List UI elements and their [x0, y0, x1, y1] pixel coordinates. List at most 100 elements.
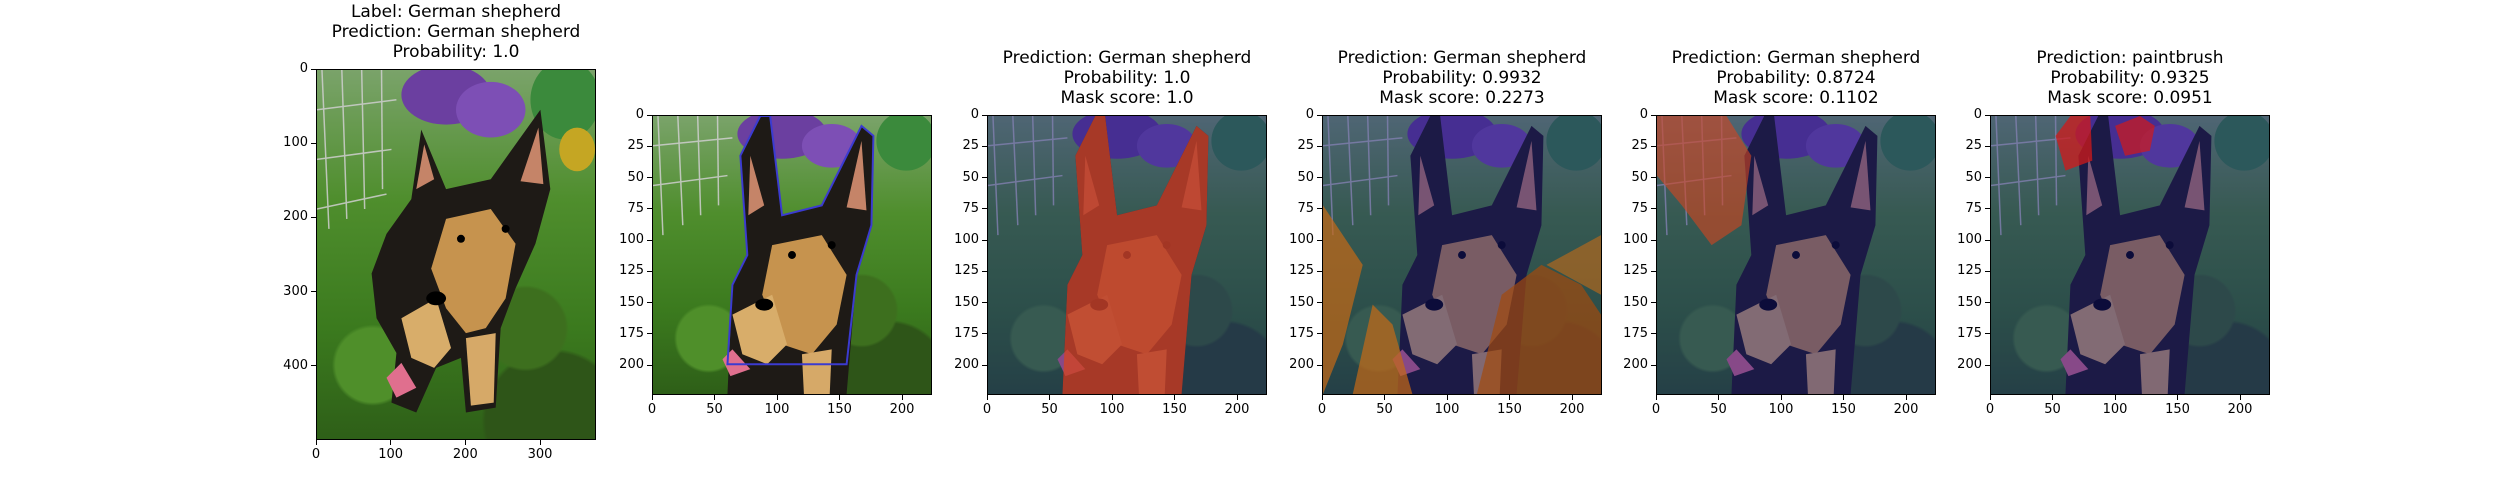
y-tick-label: 150: [954, 294, 979, 310]
x-tick-label: 100: [1768, 402, 1794, 417]
y-tick-label: 300: [283, 283, 308, 299]
y-tick-mark: [982, 239, 987, 241]
x-tick-mark: [839, 395, 840, 400]
y-tick-mark: [647, 208, 652, 210]
y-tick-mark: [982, 270, 987, 272]
y-tick-mark: [1985, 333, 1990, 335]
dog-photo-illustration: [1323, 116, 1601, 394]
y-tick-mark: [647, 145, 652, 147]
x-tick-mark: [464, 440, 466, 445]
title-line-prediction: Prediction: German shepherd: [1671, 48, 1921, 68]
dog-photo-illustration: [653, 116, 931, 394]
y-tick-label: 75: [1297, 200, 1314, 216]
x-tick-label: 0: [647, 402, 657, 417]
y-tick-label: 50: [1631, 169, 1648, 185]
y-tick-mark: [311, 68, 316, 70]
y-tick-label: 25: [1965, 138, 1982, 154]
title-line-probability: Probability: 1.0: [392, 42, 520, 62]
x-tick-mark: [1780, 395, 1782, 400]
y-tick-label: 175: [1289, 325, 1314, 341]
x-tick-mark: [1905, 395, 1907, 400]
y-tick-label: 100: [1289, 232, 1314, 247]
y-tick-mark: [311, 365, 316, 367]
x-tick-label: 50: [2044, 402, 2061, 417]
y-tick-mark: [982, 364, 987, 366]
y-tick-label: 400: [283, 357, 308, 373]
y-tick-label: 50: [627, 169, 644, 185]
x-tick-mark: [1571, 395, 1573, 400]
title-line-mask-score: Mask score: 0.2273: [1379, 88, 1545, 108]
x-tick-mark: [1049, 395, 1050, 400]
x-tick-mark: [901, 395, 903, 400]
x-tick-label: 150: [1497, 402, 1522, 417]
y-tick-mark: [647, 364, 652, 366]
y-tick-mark: [982, 114, 987, 116]
image-frame: [316, 69, 596, 440]
y-tick-label: 200: [1957, 357, 1982, 372]
x-tick-mark: [539, 440, 541, 445]
y-tick-label: 125: [1957, 263, 1982, 279]
y-tick-mark: [1651, 364, 1656, 366]
y-tick-label: 150: [1623, 294, 1648, 310]
x-tick-label: 150: [2165, 402, 2190, 417]
y-tick-label: 0: [1305, 107, 1314, 122]
title-line-prediction: Prediction: German shepherd: [1337, 48, 1587, 68]
y-tick-label: 200: [1623, 357, 1648, 372]
y-tick-label: 175: [619, 325, 644, 341]
y-tick-mark: [1985, 208, 1990, 210]
y-tick-mark: [1317, 145, 1322, 147]
y-tick-mark: [1651, 145, 1656, 147]
y-tick-mark: [1651, 239, 1656, 241]
y-tick-mark: [1651, 208, 1656, 210]
x-tick-label: 200: [889, 402, 915, 417]
y-tick-mark: [982, 208, 987, 210]
x-tick-label: 100: [1434, 402, 1460, 417]
x-tick-mark: [2052, 395, 2053, 400]
y-tick-label: 100: [283, 135, 308, 151]
x-tick-label: 50: [1041, 402, 1058, 417]
title-line-prediction: Prediction: German shepherd: [331, 22, 581, 42]
y-tick-mark: [1651, 114, 1656, 116]
y-tick-mark: [1651, 302, 1656, 303]
y-tick-label: 200: [1289, 357, 1314, 372]
x-tick-label: 0: [982, 402, 992, 417]
x-tick-mark: [2239, 395, 2241, 400]
y-tick-label: 175: [1957, 325, 1982, 341]
y-tick-mark: [1651, 333, 1656, 335]
y-tick-label: 200: [954, 357, 979, 372]
y-tick-label: 125: [1289, 263, 1314, 279]
x-tick-mark: [1446, 395, 1448, 400]
x-tick-mark: [1384, 395, 1385, 400]
y-tick-mark: [1317, 364, 1322, 366]
y-tick-label: 50: [962, 169, 979, 185]
dog-photo-illustration: [1991, 116, 2269, 394]
y-tick-mark: [311, 291, 316, 293]
panel-title: Prediction: German shepherd Probability: …: [1656, 48, 1936, 108]
y-tick-mark: [311, 216, 316, 218]
y-tick-mark: [1651, 177, 1656, 178]
y-tick-label: 100: [619, 232, 644, 247]
y-tick-label: 150: [619, 294, 644, 310]
title-line-prediction: Prediction: paintbrush: [2036, 48, 2224, 68]
y-tick-label: 50: [1965, 169, 1982, 185]
x-tick-label: 0: [1985, 402, 1995, 417]
y-tick-label: 100: [1957, 232, 1982, 247]
panel-title: Label: German shepherd Prediction: Germa…: [316, 2, 596, 62]
x-tick-mark: [1655, 395, 1657, 400]
y-tick-mark: [647, 333, 652, 335]
title-line-label: Label: German shepherd: [350, 2, 562, 22]
x-tick-label: 200: [2227, 402, 2253, 417]
y-tick-mark: [647, 239, 652, 241]
x-tick-mark: [2177, 395, 2178, 400]
y-tick-mark: [1317, 208, 1322, 210]
x-tick-label: 100: [764, 402, 790, 417]
x-tick-mark: [1236, 395, 1238, 400]
x-tick-label: 50: [1710, 402, 1727, 417]
title-line-probability: Probability: 0.9325: [2050, 68, 2210, 88]
y-tick-label: 125: [954, 263, 979, 279]
image-frame: [1322, 115, 1602, 395]
y-tick-label: 75: [1965, 200, 1982, 216]
y-tick-label: 75: [627, 200, 644, 216]
dog-photo-illustration: [317, 70, 595, 413]
x-tick-label: 50: [1376, 402, 1393, 417]
